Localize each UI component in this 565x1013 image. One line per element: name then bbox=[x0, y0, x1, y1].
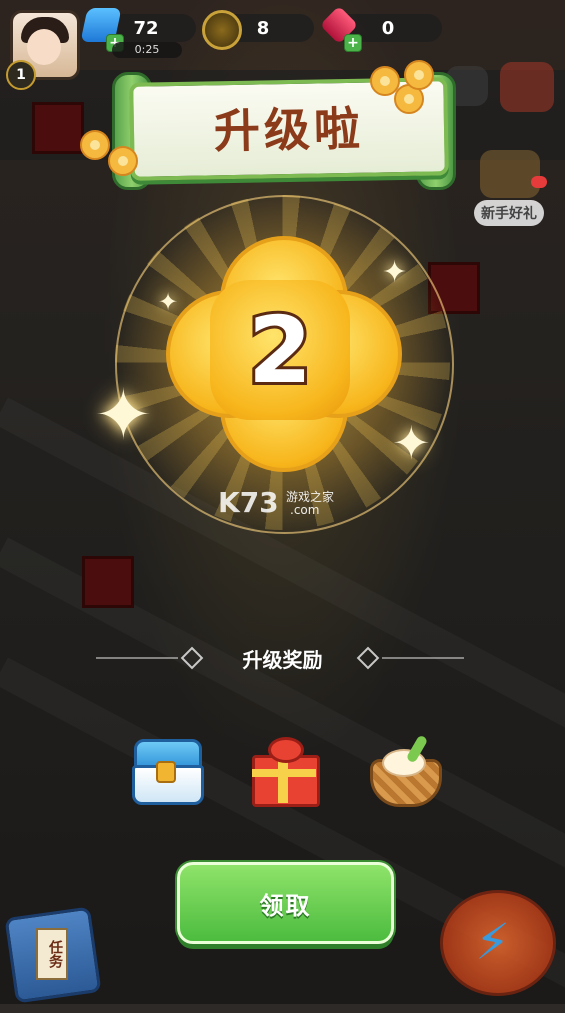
sparkle-icon: ✦ bbox=[158, 288, 179, 316]
energy-value: 72 bbox=[133, 17, 159, 39]
divider-right bbox=[382, 657, 464, 659]
flower-icon bbox=[80, 130, 110, 160]
newbie-gift-button[interactable]: 新手好礼 bbox=[474, 200, 544, 226]
lightning-icon: ⚡ bbox=[475, 913, 511, 971]
gift-ribbon bbox=[252, 769, 316, 777]
sparkle-icon: ✦ bbox=[382, 255, 408, 290]
sparkle-icon: ✦ bbox=[392, 416, 431, 470]
player-level-badge: 1 bbox=[6, 60, 36, 90]
treasure-chest-icon[interactable] bbox=[128, 735, 204, 805]
reward-section-title: 升级奖励 bbox=[242, 648, 323, 672]
food-basket-icon[interactable] bbox=[366, 734, 442, 807]
add-gem-button[interactable]: + bbox=[344, 34, 362, 52]
newbie-gift-chest-icon[interactable] bbox=[480, 150, 540, 198]
energy-timer: 0:25 bbox=[112, 42, 182, 58]
new-level-number: 2 bbox=[245, 294, 315, 407]
watermark-logo: K73 bbox=[218, 486, 279, 519]
sparkle-icon: ✦ bbox=[94, 374, 153, 456]
flower-icon bbox=[108, 146, 138, 176]
avatar-face bbox=[27, 29, 61, 65]
divider-left bbox=[96, 657, 178, 659]
watermark-domain: .com bbox=[290, 503, 320, 517]
gift-box-icon[interactable] bbox=[246, 735, 322, 807]
shop-icon[interactable] bbox=[500, 62, 554, 112]
claim-button[interactable]: 领取 bbox=[177, 862, 394, 944]
energy-action-button[interactable]: ⚡ bbox=[440, 890, 556, 996]
notification-dot bbox=[531, 176, 547, 188]
coin-icon bbox=[202, 10, 242, 50]
lock-icon bbox=[156, 761, 176, 783]
coin-value: 8 bbox=[256, 17, 270, 39]
flower-icon bbox=[404, 60, 434, 90]
gem-value: 0 bbox=[381, 17, 395, 39]
task-button-label[interactable]: 任务 bbox=[36, 928, 68, 980]
gift-bow bbox=[268, 737, 304, 763]
